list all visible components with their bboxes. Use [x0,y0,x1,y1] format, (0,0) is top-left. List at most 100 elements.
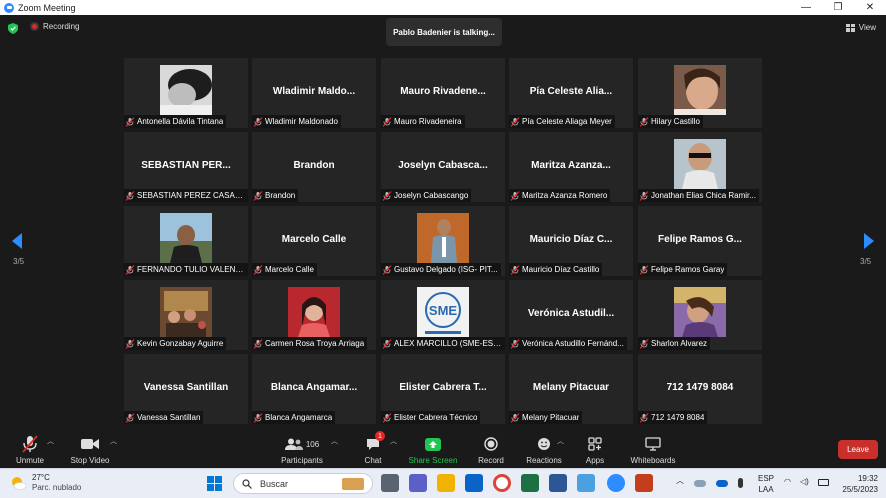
participant-tile[interactable]: Vanessa Santillan Vanessa Santillan [124,354,248,424]
participant-tile[interactable]: Mauro Rivadene... Mauro Rivadeneira [381,58,505,128]
close-button[interactable]: ✕ [854,2,886,13]
participants-options-caret-icon[interactable]: ︿ [331,436,338,446]
participant-tile[interactable]: Elister Cabrera T... Elister Cabrera Técn… [381,354,505,424]
participant-tile[interactable]: Brandon Brandon [252,132,376,202]
teams-icon[interactable] [409,474,427,492]
muted-mic-icon [510,116,520,127]
reactions-options-caret-icon[interactable]: ︿ [557,436,564,446]
file-explorer-icon[interactable] [437,474,455,492]
record-label: Record [478,456,504,465]
zoom-taskbar-icon[interactable] [607,474,625,492]
battery-icon[interactable] [818,479,829,486]
chat-options-caret-icon[interactable]: ︿ [390,436,397,446]
next-page-arrow-icon[interactable] [862,232,876,250]
participant-tile[interactable]: SEBASTIAN PER... SEBASTIAN PEREZ CASAN... [124,132,248,202]
participant-tile[interactable]: Melany Pitacuar Melany Pitacuar [509,354,633,424]
volume-icon[interactable]: ◁) [800,477,809,486]
leave-button[interactable]: Leave [838,440,878,459]
mic-tray-icon[interactable] [738,478,743,488]
stop-video-button[interactable]: Stop Video [68,428,112,468]
photos-icon[interactable] [577,474,595,492]
muted-mic-icon [510,264,520,275]
clock[interactable]: 19:32 25/5/2023 [842,473,878,495]
participant-tile[interactable]: Wladimir Maldo... Wladimir Maldonado [252,58,376,128]
language-indicator[interactable]: ESP LAA [758,473,774,495]
participant-tile[interactable]: Carmen Rosa Troya Arriaga [252,280,376,350]
participant-name: Antonella Dávila Tintana [137,117,224,126]
chat-bubble-icon: 1 [356,431,390,455]
reactions-button[interactable]: Reactions [524,428,564,468]
participant-name: FERNANDO TULIO VALENC... [137,265,245,274]
task-view-icon[interactable] [381,474,399,492]
participant-tile[interactable]: Mauricio Díaz C... Mauricio Díaz Castillo [509,206,633,276]
chat-label: Chat [364,456,382,465]
powerpoint-icon[interactable] [635,474,653,492]
whiteboards-button[interactable]: Whiteboards [628,428,678,468]
participant-tile[interactable]: SME ALEX MARCILLO (SME-ESP... [381,280,505,350]
participant-tile[interactable]: 712 1479 8084 712 1479 8084 [638,354,762,424]
muted-mic-icon [382,116,392,127]
cloud-icon[interactable] [694,480,706,487]
search-icon [242,478,252,489]
apps-button[interactable]: Apps [580,428,610,468]
outlook-icon[interactable] [465,474,483,492]
taskbar-search[interactable]: Buscar [233,473,373,494]
maximize-button[interactable]: ❐ [822,2,854,13]
wifi-icon[interactable]: ◠ [784,477,791,486]
participants-button[interactable]: 106 Participants [278,428,326,468]
participant-name: Kevin Gonzabay Aguirre [137,339,224,348]
participant-video [160,213,212,263]
word-icon[interactable] [549,474,567,492]
unmute-button[interactable]: Unmute [10,428,50,468]
recording-indicator[interactable]: Recording [30,22,79,31]
record-icon [474,433,508,455]
participant-name: Joselyn Cabascango [394,191,469,200]
participant-tile[interactable]: FERNANDO TULIO VALENC... [124,206,248,276]
participant-name: Felipe Ramos Garay [651,265,725,274]
record-button[interactable]: Record [474,428,508,468]
reactions-label: Reactions [526,456,562,465]
participant-name-label: Mauricio Díaz Castillo [509,263,603,276]
onedrive-icon[interactable] [716,480,728,487]
participant-tile[interactable]: Verónica Astudil... Verónica Astudillo Fe… [509,280,633,350]
view-button[interactable]: View [845,23,876,32]
participant-tile[interactable]: Antonella Dávila Tintana [124,58,248,128]
lang-region: LAA [758,485,774,494]
excel-icon[interactable] [521,474,539,492]
participant-tile[interactable]: Jonathan Elias Chica Ramir... [638,132,762,202]
partly-cloudy-icon [12,477,26,490]
participant-tile[interactable]: Joselyn Cabasca... Joselyn Cabascango [381,132,505,202]
participant-tile[interactable]: Kevin Gonzabay Aguirre [124,280,248,350]
participant-video [417,213,469,263]
shield-icon[interactable] [8,23,18,34]
participant-name-label: Marcelo Calle [252,263,317,276]
participant-name-label: Carmen Rosa Troya Arriaga [252,337,368,350]
participant-name: Verónica Astudillo Fernánd... [522,339,624,348]
windows-start-icon[interactable] [207,476,222,491]
participant-tile[interactable]: Pía Celeste Alia... Pía Celeste Aliaga Me… [509,58,633,128]
video-options-caret-icon[interactable]: ︿ [110,436,117,446]
audio-options-caret-icon[interactable]: ︿ [47,436,54,446]
participant-name-label: Sharlon Alvarez [638,337,711,350]
share-screen-button[interactable]: Share Screen [408,428,458,468]
tray-overflow-icon[interactable]: ︿ [676,475,684,486]
participant-tile[interactable]: Hilary Castillo [638,58,762,128]
participant-tile[interactable]: Gustavo Delgado (ISG- PIT... [381,206,505,276]
participant-display-name: Joselyn Cabasca... [398,160,488,171]
muted-mic-icon [125,264,135,275]
grid-view-icon [845,23,855,32]
minimize-button[interactable]: — [790,2,822,13]
participant-tile[interactable]: Marcelo Calle Marcelo Calle [252,206,376,276]
participant-video [160,287,212,337]
weather-widget[interactable]: 27°C Parc. nublado [10,473,81,493]
chat-button[interactable]: 1 Chat [356,428,390,468]
participant-tile[interactable]: Sharlon Alvarez [638,280,762,350]
participant-tile[interactable]: Felipe Ramos G... Felipe Ramos Garay [638,206,762,276]
participant-name-label: Vanessa Santillan [124,411,204,424]
chrome-icon[interactable] [493,474,511,492]
participant-tile[interactable]: Blanca Angamar... Blanca Angamarca [252,354,376,424]
participant-name-label: Gustavo Delgado (ISG- PIT... [381,263,501,276]
participant-tile[interactable]: Maritza Azanza... Maritza Azanza Romero [509,132,633,202]
title-bar: Zoom Meeting — ❐ ✕ [0,0,886,15]
prev-page-arrow-icon[interactable] [10,232,24,250]
